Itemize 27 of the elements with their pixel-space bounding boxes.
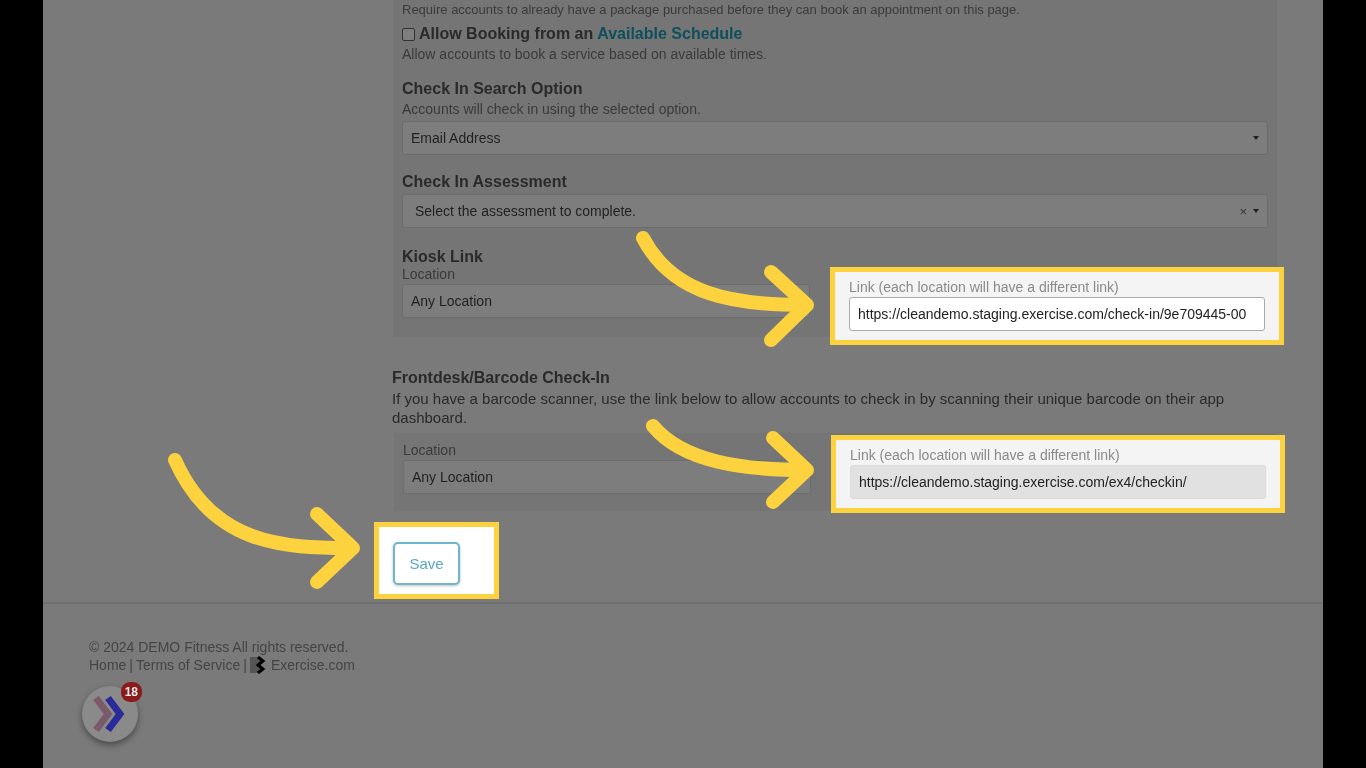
notification-badge: 18 xyxy=(120,682,142,702)
separator-text: | xyxy=(129,656,133,674)
link-field[interactable]: https://cleandemo.staging.exercise.com/ex4/checkin/ xyxy=(850,465,1266,499)
link-field[interactable]: https://cleandemo.staging.exercise.com/check-in/9e709445-00 xyxy=(849,297,1265,331)
field-label: Location xyxy=(403,442,457,458)
description-text: If you have a barcode scanner, use the link below to allow accounts to check in by scanning their unique barcode on their app dashboard. xyxy=(392,389,1226,427)
field-label: Location xyxy=(402,266,456,282)
section-title: Frontdesk/Barcode Check-In xyxy=(392,369,611,387)
checkbox[interactable] xyxy=(402,27,415,41)
separator-text: | xyxy=(243,656,247,674)
save-button[interactable]: Save xyxy=(393,542,460,585)
caret-icon xyxy=(1253,209,1259,213)
section-title: Check In Assessment xyxy=(402,173,568,191)
field-label: Link (each location will have a different link) xyxy=(850,447,1121,463)
schedule-link[interactable]: Available Schedule xyxy=(597,25,743,43)
logo-icon xyxy=(249,656,268,674)
section-title: Kiosk Link xyxy=(402,248,484,266)
assessment-select[interactable]: Select the assessment to complete. × xyxy=(402,194,1268,228)
option-hint: Accounts will check in using the selected option. xyxy=(402,101,702,117)
option-hint: Allow accounts to book a service based on available times. xyxy=(402,46,768,62)
description-text: Require accounts to already have a package purchased before they can book an appointment on this page. xyxy=(402,1,1021,17)
clear-icon[interactable]: × xyxy=(1239,203,1247,219)
caret-icon xyxy=(1253,136,1259,140)
search-option-select[interactable]: Email Address xyxy=(402,121,1268,155)
field-label: Link (each location will have a different link) xyxy=(849,279,1120,295)
option-label: Allow Booking from an xyxy=(419,25,594,43)
section-title: Check In Search Option xyxy=(402,80,584,98)
